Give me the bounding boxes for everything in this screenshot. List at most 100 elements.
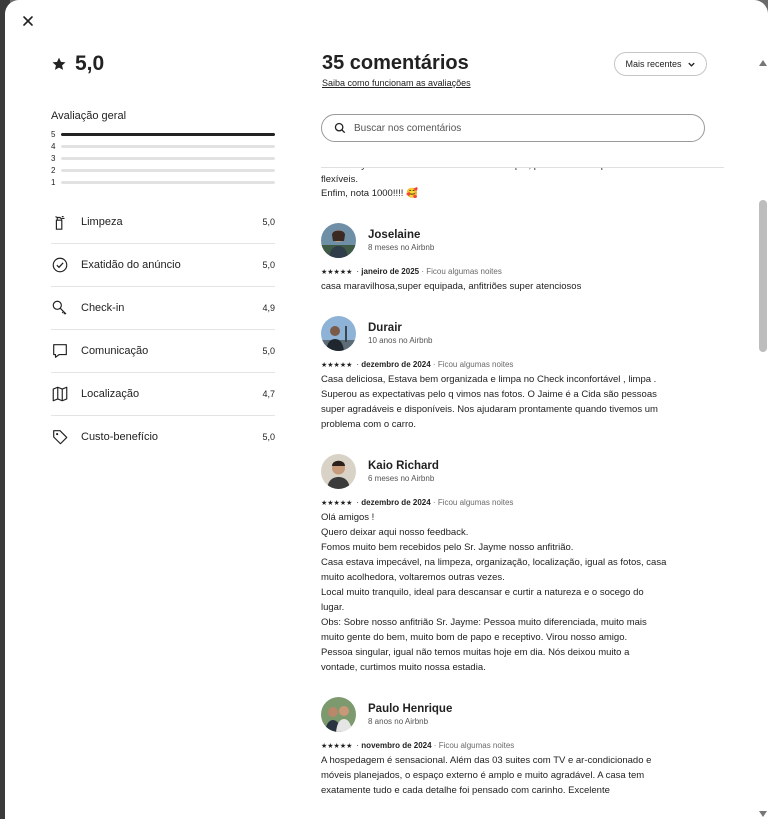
category-score: 5,0 bbox=[262, 432, 275, 442]
reviewer-avatar[interactable] bbox=[321, 697, 356, 732]
meta-separator: · bbox=[421, 267, 425, 276]
distribution-bar bbox=[61, 168, 275, 172]
meta-separator: · bbox=[432, 360, 436, 369]
distribution-bar bbox=[61, 180, 275, 184]
review-text: casa maravilhosa,super equipada, anfitri… bbox=[321, 281, 582, 292]
scroll-up-arrow-icon[interactable] bbox=[759, 60, 767, 66]
close-button[interactable] bbox=[19, 12, 37, 30]
distribution-bar bbox=[61, 132, 275, 136]
distribution-row: 4 bbox=[51, 140, 275, 152]
category-label: Custo-benefício bbox=[81, 431, 159, 443]
overall-score: 5,0 bbox=[75, 52, 105, 75]
overall-rating: 5,0 bbox=[51, 52, 104, 76]
review-date: novembro de 2024 bbox=[361, 741, 432, 750]
category-row-check-in: Check-in 4,9 bbox=[51, 287, 275, 330]
how-reviews-work-link[interactable]: Saiba como funcionam as avaliações bbox=[322, 78, 471, 88]
chevron-down-icon bbox=[687, 62, 695, 67]
distribution-row: 5 bbox=[51, 128, 275, 140]
review-date: dezembro de 2024 bbox=[361, 498, 431, 507]
meta-separator: · bbox=[433, 741, 437, 750]
rating-distribution: Avaliação geral 5 4 3 2 1 bbox=[51, 110, 275, 188]
review-stars: ★★★★★ bbox=[321, 361, 353, 369]
reviewer-avatar[interactable] bbox=[321, 223, 356, 258]
tag-icon bbox=[51, 427, 81, 447]
scroll-down-arrow-icon[interactable] bbox=[759, 811, 767, 817]
review-stars: ★★★★★ bbox=[321, 268, 353, 276]
scrollbar-thumb[interactable] bbox=[759, 200, 767, 352]
distribution-row-label: 1 bbox=[51, 177, 56, 187]
star-icon bbox=[51, 56, 67, 72]
stay-length: Ficou algumas noites bbox=[438, 741, 515, 750]
reviewer-tenure: 10 anos no Airbnb bbox=[368, 336, 433, 345]
review-date: dezembro de 2024 bbox=[361, 360, 431, 369]
category-label: Comunicação bbox=[81, 345, 149, 357]
review-item: Kaio Richard 6 meses no Airbnb ★★★★★ · d… bbox=[321, 454, 716, 675]
category-label: Check-in bbox=[81, 302, 125, 314]
meta-separator: · bbox=[356, 267, 360, 276]
reviewer-avatar[interactable] bbox=[321, 316, 356, 351]
category-row-custo-benef-cio: Custo-benefício 5,0 bbox=[51, 416, 275, 458]
review-item: Paulo Henrique 8 anos no Airbnb ★★★★★ · … bbox=[321, 697, 716, 798]
category-score: 4,9 bbox=[262, 303, 275, 313]
category-label: Localização bbox=[81, 388, 140, 400]
category-label: Limpeza bbox=[81, 216, 123, 228]
distribution-bar-fill bbox=[61, 132, 275, 136]
review-date: janeiro de 2025 bbox=[361, 267, 420, 276]
reviews-count-title: 35 comentários bbox=[322, 52, 469, 74]
stay-length: Ficou algumas noites bbox=[437, 360, 514, 369]
category-score: 5,0 bbox=[262, 260, 275, 270]
reviewer-avatar[interactable] bbox=[321, 454, 356, 489]
reviewer-name: Paulo Henrique bbox=[368, 703, 453, 715]
check-circle-icon bbox=[51, 255, 81, 275]
category-score: 5,0 bbox=[262, 217, 275, 227]
previous-review-tail: Cida e Jayme foram excelentes em comunic… bbox=[321, 168, 642, 199]
stay-length: Ficou algumas noites bbox=[437, 498, 514, 507]
category-label: Exatidão do anúncio bbox=[81, 259, 181, 271]
reviewer-tenure: 6 meses no Airbnb bbox=[368, 474, 435, 483]
reviewer-name: Kaio Richard bbox=[368, 460, 439, 472]
distribution-row-label: 5 bbox=[51, 129, 56, 139]
distribution-row: 2 bbox=[51, 164, 275, 176]
key-icon bbox=[51, 298, 81, 318]
map-icon bbox=[51, 384, 81, 404]
review-stars: ★★★★★ bbox=[321, 499, 353, 507]
category-score: 4,7 bbox=[262, 389, 275, 399]
meta-separator: · bbox=[356, 741, 360, 750]
distribution-bar bbox=[61, 156, 275, 160]
reviews-list[interactable]: Cida e Jayme foram excelentes em comunic… bbox=[321, 168, 716, 819]
category-score: 5,0 bbox=[262, 346, 275, 356]
search-icon bbox=[334, 122, 346, 134]
review-item: Durair 10 anos no Airbnb ★★★★★ · dezembr… bbox=[321, 316, 716, 432]
stay-length: Ficou algumas noites bbox=[426, 267, 502, 276]
distribution-row-label: 4 bbox=[51, 141, 56, 151]
close-icon bbox=[23, 16, 33, 26]
sort-dropdown[interactable]: Mais recentes bbox=[614, 52, 707, 76]
review-text: Olá amigos ! Quero deixar aqui nosso fee… bbox=[321, 512, 667, 673]
scrollbar[interactable] bbox=[758, 60, 768, 819]
distribution-title: Avaliação geral bbox=[51, 110, 127, 122]
distribution-row: 3 bbox=[51, 152, 275, 164]
reviewer-name: Joselaine bbox=[368, 229, 421, 241]
meta-separator: · bbox=[356, 360, 360, 369]
reviewer-name: Durair bbox=[368, 322, 402, 334]
meta-separator: · bbox=[356, 498, 360, 507]
review-text: A hospedagem é sensacional. Além das 03 … bbox=[321, 755, 652, 796]
spray-bottle-icon bbox=[51, 212, 81, 232]
category-row-exatid-o-do-an-ncio: Exatidão do anúncio 5,0 bbox=[51, 244, 275, 287]
review-item: Joselaine 8 meses no Airbnb ★★★★★ · jane… bbox=[321, 223, 716, 294]
distribution-row-label: 2 bbox=[51, 165, 56, 175]
category-row-localiza-o: Localização 4,7 bbox=[51, 373, 275, 416]
reviewer-tenure: 8 anos no Airbnb bbox=[368, 717, 429, 726]
chat-bubble-icon bbox=[51, 341, 81, 361]
sort-label: Mais recentes bbox=[625, 59, 682, 69]
meta-separator: · bbox=[432, 498, 436, 507]
reviewer-tenure: 8 meses no Airbnb bbox=[368, 243, 435, 252]
distribution-row-label: 3 bbox=[51, 153, 56, 163]
category-row-comunica-o: Comunicação 5,0 bbox=[51, 330, 275, 373]
distribution-bar bbox=[61, 144, 275, 148]
category-ratings: Limpeza 5,0 Exatidão do anúncio 5,0 Chec… bbox=[51, 201, 275, 458]
search-input[interactable] bbox=[352, 121, 676, 135]
distribution-row: 1 bbox=[51, 176, 275, 188]
search-reviews-field[interactable] bbox=[321, 114, 705, 142]
review-stars: ★★★★★ bbox=[321, 742, 353, 750]
